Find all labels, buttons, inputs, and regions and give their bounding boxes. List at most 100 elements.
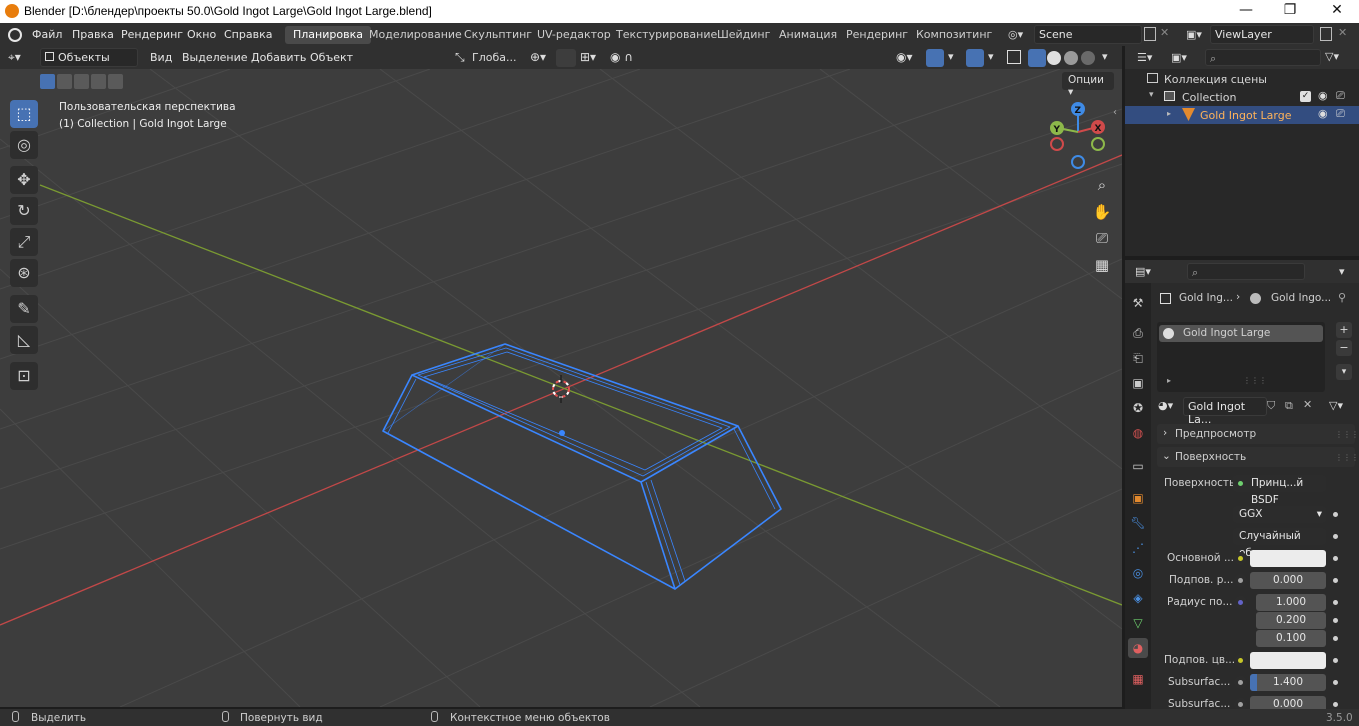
subsurface-color-swatch[interactable] (1250, 652, 1326, 669)
slot-expand-icon[interactable]: ▸ (1167, 376, 1171, 385)
scale-icon[interactable]: ⤢ (10, 228, 38, 256)
subsurface-ior-keyframe-dot[interactable] (1333, 680, 1338, 685)
menu-view[interactable]: Вид (150, 51, 172, 64)
scene-tab-icon[interactable]: ✪ (1128, 398, 1148, 418)
camera-view-icon[interactable]: ⎚ (1089, 225, 1115, 251)
object-tab-icon[interactable]: ▣ (1128, 488, 1148, 508)
view-layer-selector[interactable]: ViewLayer (1210, 25, 1314, 44)
menu-file[interactable]: Файл (32, 28, 62, 41)
subsurface-radius-keyframe-dot[interactable] (1333, 600, 1338, 605)
base-color-socket[interactable] (1234, 552, 1247, 565)
select-mode-invert-icon[interactable] (91, 74, 106, 89)
tab-animation[interactable]: Анимация (771, 26, 845, 44)
filter-icon[interactable]: ▽▾ (1325, 50, 1339, 63)
properties-editor-icon[interactable]: ▤▾ (1135, 265, 1151, 278)
rotate-icon[interactable]: ↻ (10, 197, 38, 225)
tab-rendering[interactable]: Рендеринг (838, 26, 916, 44)
snap-target-icon[interactable]: ⊞▾ (580, 50, 596, 64)
render-tab-icon[interactable]: ⎙ (1128, 323, 1148, 343)
select-box-icon[interactable]: ⬚ (10, 100, 38, 128)
add-slot-button[interactable]: + (1336, 322, 1352, 338)
shading-solid-icon[interactable] (1047, 51, 1061, 65)
mode-selector[interactable]: Объекты (40, 48, 138, 67)
delete-scene-icon[interactable]: ✕ (1160, 26, 1169, 39)
modifier-tab-icon[interactable]: 🔧︎ (1128, 513, 1148, 533)
panel-drag-handle[interactable]: ⋮⋮⋮ (1335, 430, 1359, 439)
outliner-row-collection[interactable]: ▾ Collection ✓ ◉ ⎚ (1125, 88, 1359, 106)
tab-shading[interactable]: Шейдинг (709, 26, 778, 44)
subsurface-ior-value[interactable]: 1.400 (1250, 674, 1326, 691)
pin-icon[interactable]: ⚲ (1338, 291, 1346, 304)
select-mode-intersect-icon[interactable] (108, 74, 123, 89)
move-icon[interactable]: ✥ (10, 166, 38, 194)
subsurface-radius-y-keyframe-dot[interactable] (1333, 618, 1338, 623)
duplicate-material-icon[interactable]: ⧉ (1285, 399, 1293, 413)
preview-panel-header[interactable]: › Предпросмотр (1157, 424, 1355, 444)
subsurface-method-keyframe-dot[interactable] (1333, 534, 1338, 539)
render-camera-icon[interactable]: ⎚ (1336, 89, 1345, 103)
particles-tab-icon[interactable]: ⋰ (1128, 538, 1148, 558)
transform-icon[interactable]: ⊛ (10, 259, 38, 287)
collection-tab-icon[interactable]: ▭ (1128, 456, 1148, 476)
select-mode-subtract-icon[interactable] (74, 74, 89, 89)
shading-rendered-icon[interactable] (1081, 51, 1095, 65)
cursor-icon[interactable]: ◎ (10, 131, 38, 159)
subsurface-socket[interactable] (1234, 574, 1247, 587)
maximize-button[interactable]: ❐ (1270, 2, 1310, 22)
menu-object[interactable]: Объект (310, 51, 353, 64)
xray-toggle-icon[interactable] (1007, 50, 1021, 64)
base-color-keyframe-dot[interactable] (1333, 556, 1338, 561)
base-color-swatch[interactable] (1250, 550, 1326, 567)
select-mode-extend-icon[interactable] (57, 74, 72, 89)
subsurface-keyframe-dot[interactable] (1333, 578, 1338, 583)
expand-arrow-icon[interactable]: ▸ (1167, 109, 1171, 118)
shading-wireframe-icon[interactable] (1028, 49, 1046, 67)
select-mode-new-icon[interactable] (40, 74, 55, 89)
sidebar-toggle-icon[interactable]: ‹ (1113, 107, 1117, 118)
world-tab-icon[interactable]: ◍ (1128, 423, 1148, 443)
distribution-keyframe-dot[interactable] (1333, 512, 1338, 517)
view-layer-tab-icon[interactable]: ▣ (1128, 373, 1148, 393)
scene-icon[interactable]: ◎▾ (1008, 28, 1030, 42)
visibility-eye-icon[interactable]: ◉ (1318, 89, 1328, 102)
tab-texture-paint[interactable]: Текстурирование (608, 26, 725, 44)
blender-menu-icon[interactable] (8, 28, 22, 42)
object-visibility-eye-icon[interactable]: ◉ (1318, 107, 1328, 120)
subsurface-ior-socket[interactable] (1234, 676, 1247, 689)
fake-user-icon[interactable]: ⛉ (1267, 399, 1275, 413)
overlay-toggle-icon[interactable] (966, 49, 984, 67)
zoom-icon[interactable]: ⌕ (1089, 172, 1115, 198)
menu-add[interactable]: Добавить (251, 51, 306, 64)
new-view-layer-icon[interactable] (1320, 27, 1332, 41)
material-slot-list[interactable]: Gold Ingot Large ▸ ⋮⋮⋮ (1157, 322, 1325, 392)
output-tab-icon[interactable]: ⎗ (1128, 348, 1148, 368)
subsurface-color-keyframe-dot[interactable] (1333, 658, 1338, 663)
subsurface-radius-z-keyframe-dot[interactable] (1333, 636, 1338, 641)
subsurface-radius-x[interactable]: 1.000 (1256, 594, 1326, 611)
outliner-search-input[interactable]: ⌕ (1205, 49, 1321, 66)
gizmo-toggle-icon[interactable] (926, 49, 944, 67)
visibility-icon[interactable]: ◉▾ (896, 50, 913, 64)
subsurface-radius-z[interactable]: 0.100 (1256, 630, 1326, 647)
shading-material-icon[interactable] (1064, 51, 1078, 65)
tool-tab-icon[interactable]: ⚒ (1128, 293, 1148, 313)
menu-select[interactable]: Выделение (182, 51, 248, 64)
options-dropdown[interactable]: Опции ▾ (1062, 72, 1114, 98)
proportional-edit-icon[interactable]: ◉ ∩ (610, 50, 633, 64)
tab-uv-editing[interactable]: UV-редактор (529, 26, 619, 44)
slot-resize-handle[interactable]: ⋮⋮⋮ (1243, 376, 1267, 385)
pivot-icon[interactable]: ⊕▾ (530, 50, 546, 64)
transform-orientation-icon[interactable]: ⤡ (455, 50, 465, 65)
slot-specials-button[interactable]: ▾ (1336, 364, 1352, 380)
scene-selector[interactable]: Scene (1034, 25, 1142, 44)
editor-type-icon[interactable]: ⌖▾ (8, 50, 21, 65)
snap-toggle-icon[interactable] (556, 49, 576, 67)
tab-compositing[interactable]: Композитинг (908, 26, 1000, 44)
subsurface-radius-socket[interactable] (1234, 596, 1247, 609)
texture-tab-icon[interactable]: ▦ (1128, 669, 1148, 689)
menu-help[interactable]: Справка (224, 28, 272, 41)
minimize-button[interactable]: — (1226, 2, 1266, 22)
close-button[interactable]: ✕ (1317, 2, 1357, 22)
material-tab-icon[interactable]: ◕ (1128, 638, 1148, 658)
new-scene-icon[interactable] (1144, 27, 1156, 41)
